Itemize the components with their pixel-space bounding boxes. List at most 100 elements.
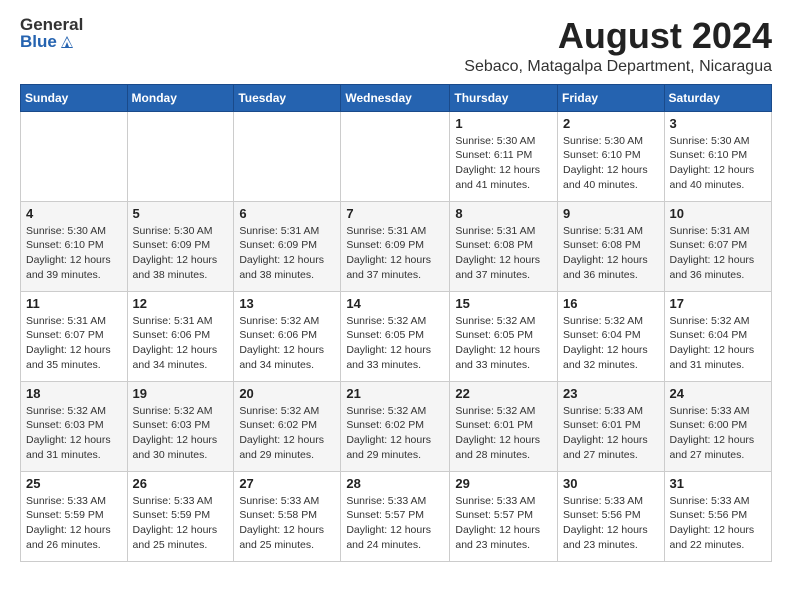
cell-content: Sunrise: 5:33 AM Sunset: 5:59 PM Dayligh… <box>26 494 122 553</box>
day-number: 4 <box>26 206 122 221</box>
calendar-cell: 20 Sunrise: 5:32 AM Sunset: 6:02 PM Dayli… <box>234 381 341 471</box>
calendar-cell: 14Sunrise: 5:32 AM Sunset: 6:05 PM Dayli… <box>341 291 450 381</box>
cell-content: Sunrise: 5:31 AM Sunset: 6:07 PM Dayligh… <box>670 224 766 283</box>
day-number: 17 <box>670 296 766 311</box>
day-number: 21 <box>346 386 444 401</box>
calendar-cell <box>341 111 450 201</box>
cell-content: Sunrise: 5:33 AM Sunset: 5:56 PM Dayligh… <box>563 494 659 553</box>
cell-content: Sunrise: 5:33 AM Sunset: 5:56 PM Dayligh… <box>670 494 766 553</box>
cell-content: Sunrise: 5:31 AM Sunset: 6:06 PM Dayligh… <box>133 314 229 373</box>
header: General Blue August 2024 Sebaco, Matagal… <box>20 16 772 76</box>
day-number: 26 <box>133 476 229 491</box>
subtitle: Sebaco, Matagalpa Department, Nicaragua <box>464 58 772 76</box>
cell-content: Sunrise: 5:33 AM Sunset: 5:58 PM Dayligh… <box>239 494 335 553</box>
calendar-cell: 19Sunrise: 5:32 AM Sunset: 6:03 PM Dayli… <box>127 381 234 471</box>
calendar-header-row: SundayMondayTuesdayWednesdayThursdayFrid… <box>21 84 772 111</box>
calendar-cell: 23 Sunrise: 5:33 AM Sunset: 6:01 PM Dayli… <box>558 381 665 471</box>
day-number: 31 <box>670 476 766 491</box>
calendar-cell: 6 Sunrise: 5:31 AM Sunset: 6:09 PM Daylig… <box>234 201 341 291</box>
day-number: 27 <box>239 476 335 491</box>
calendar-cell: 10 Sunrise: 5:31 AM Sunset: 6:07 PM Dayli… <box>664 201 771 291</box>
day-number: 22 <box>455 386 552 401</box>
day-number: 6 <box>239 206 335 221</box>
header-monday: Monday <box>127 84 234 111</box>
day-number: 15 <box>455 296 552 311</box>
day-number: 23 <box>563 386 659 401</box>
day-number: 11 <box>26 296 122 311</box>
day-number: 25 <box>26 476 122 491</box>
cell-content: Sunrise: 5:32 AM Sunset: 6:04 PM Dayligh… <box>563 314 659 373</box>
cell-content: Sunrise: 5:30 AM Sunset: 6:09 PM Dayligh… <box>133 224 229 283</box>
cell-content: Sunrise: 5:32 AM Sunset: 6:04 PM Dayligh… <box>670 314 766 373</box>
calendar-cell: 17 Sunrise: 5:32 AM Sunset: 6:04 PM Dayli… <box>664 291 771 381</box>
calendar-cell: 30Sunrise: 5:33 AM Sunset: 5:56 PM Dayli… <box>558 471 665 561</box>
day-number: 5 <box>133 206 229 221</box>
calendar-cell: 7 Sunrise: 5:31 AM Sunset: 6:09 PM Daylig… <box>341 201 450 291</box>
calendar-cell: 21 Sunrise: 5:32 AM Sunset: 6:02 PM Dayli… <box>341 381 450 471</box>
day-number: 1 <box>455 116 552 131</box>
calendar-cell: 5 Sunrise: 5:30 AM Sunset: 6:09 PM Daylig… <box>127 201 234 291</box>
week-row-1: 1 Sunrise: 5:30 AM Sunset: 6:11 PM Daylig… <box>21 111 772 201</box>
cell-content: Sunrise: 5:32 AM Sunset: 6:05 PM Dayligh… <box>455 314 552 373</box>
logo-icon <box>59 34 75 50</box>
logo-blue: Blue <box>20 33 83 50</box>
cell-content: Sunrise: 5:33 AM Sunset: 5:59 PM Dayligh… <box>133 494 229 553</box>
calendar-cell: 29 Sunrise: 5:33 AM Sunset: 5:57 PM Dayli… <box>450 471 558 561</box>
cell-content: Sunrise: 5:31 AM Sunset: 6:09 PM Dayligh… <box>346 224 444 283</box>
calendar-cell <box>127 111 234 201</box>
header-tuesday: Tuesday <box>234 84 341 111</box>
day-number: 16 <box>563 296 659 311</box>
calendar-cell: 15 Sunrise: 5:32 AM Sunset: 6:05 PM Dayli… <box>450 291 558 381</box>
cell-content: Sunrise: 5:32 AM Sunset: 6:03 PM Dayligh… <box>26 404 122 463</box>
day-number: 9 <box>563 206 659 221</box>
cell-content: Sunrise: 5:31 AM Sunset: 6:09 PM Dayligh… <box>239 224 335 283</box>
cell-content: Sunrise: 5:33 AM Sunset: 5:57 PM Dayligh… <box>346 494 444 553</box>
day-number: 3 <box>670 116 766 131</box>
day-number: 8 <box>455 206 552 221</box>
week-row-2: 4 Sunrise: 5:30 AM Sunset: 6:10 PM Daylig… <box>21 201 772 291</box>
calendar-cell: 31 Sunrise: 5:33 AM Sunset: 5:56 PM Dayli… <box>664 471 771 561</box>
day-number: 2 <box>563 116 659 131</box>
main-title: August 2024 <box>464 16 772 56</box>
day-number: 7 <box>346 206 444 221</box>
header-sunday: Sunday <box>21 84 128 111</box>
calendar-cell: 11Sunrise: 5:31 AM Sunset: 6:07 PM Dayli… <box>21 291 128 381</box>
calendar-cell: 9 Sunrise: 5:31 AM Sunset: 6:08 PM Daylig… <box>558 201 665 291</box>
day-number: 28 <box>346 476 444 491</box>
calendar-cell: 16 Sunrise: 5:32 AM Sunset: 6:04 PM Dayli… <box>558 291 665 381</box>
cell-content: Sunrise: 5:32 AM Sunset: 6:03 PM Dayligh… <box>133 404 229 463</box>
cell-content: Sunrise: 5:32 AM Sunset: 6:02 PM Dayligh… <box>239 404 335 463</box>
day-number: 14 <box>346 296 444 311</box>
calendar-cell: 27 Sunrise: 5:33 AM Sunset: 5:58 PM Dayli… <box>234 471 341 561</box>
day-number: 10 <box>670 206 766 221</box>
calendar-cell: 4 Sunrise: 5:30 AM Sunset: 6:10 PM Daylig… <box>21 201 128 291</box>
cell-content: Sunrise: 5:33 AM Sunset: 6:01 PM Dayligh… <box>563 404 659 463</box>
day-number: 29 <box>455 476 552 491</box>
logo-general: General <box>20 16 83 33</box>
day-number: 20 <box>239 386 335 401</box>
header-friday: Friday <box>558 84 665 111</box>
calendar-cell: 12 Sunrise: 5:31 AM Sunset: 6:06 PM Dayli… <box>127 291 234 381</box>
week-row-3: 11Sunrise: 5:31 AM Sunset: 6:07 PM Dayli… <box>21 291 772 381</box>
cell-content: Sunrise: 5:32 AM Sunset: 6:02 PM Dayligh… <box>346 404 444 463</box>
cell-content: Sunrise: 5:31 AM Sunset: 6:08 PM Dayligh… <box>455 224 552 283</box>
calendar-table: SundayMondayTuesdayWednesdayThursdayFrid… <box>20 84 772 562</box>
day-number: 12 <box>133 296 229 311</box>
calendar-cell: 1 Sunrise: 5:30 AM Sunset: 6:11 PM Daylig… <box>450 111 558 201</box>
header-thursday: Thursday <box>450 84 558 111</box>
day-number: 13 <box>239 296 335 311</box>
cell-content: Sunrise: 5:30 AM Sunset: 6:11 PM Dayligh… <box>455 134 552 193</box>
cell-content: Sunrise: 5:30 AM Sunset: 6:10 PM Dayligh… <box>26 224 122 283</box>
day-number: 18 <box>26 386 122 401</box>
logo: General Blue <box>20 16 83 50</box>
calendar-cell: 18 Sunrise: 5:32 AM Sunset: 6:03 PM Dayli… <box>21 381 128 471</box>
calendar-cell: 3Sunrise: 5:30 AM Sunset: 6:10 PM Daylig… <box>664 111 771 201</box>
header-wednesday: Wednesday <box>341 84 450 111</box>
cell-content: Sunrise: 5:32 AM Sunset: 6:06 PM Dayligh… <box>239 314 335 373</box>
cell-content: Sunrise: 5:31 AM Sunset: 6:08 PM Dayligh… <box>563 224 659 283</box>
calendar-cell: 24Sunrise: 5:33 AM Sunset: 6:00 PM Dayli… <box>664 381 771 471</box>
calendar-cell: 2Sunrise: 5:30 AM Sunset: 6:10 PM Daylig… <box>558 111 665 201</box>
week-row-5: 25 Sunrise: 5:33 AM Sunset: 5:59 PM Dayli… <box>21 471 772 561</box>
cell-content: Sunrise: 5:33 AM Sunset: 5:57 PM Dayligh… <box>455 494 552 553</box>
calendar-cell <box>234 111 341 201</box>
